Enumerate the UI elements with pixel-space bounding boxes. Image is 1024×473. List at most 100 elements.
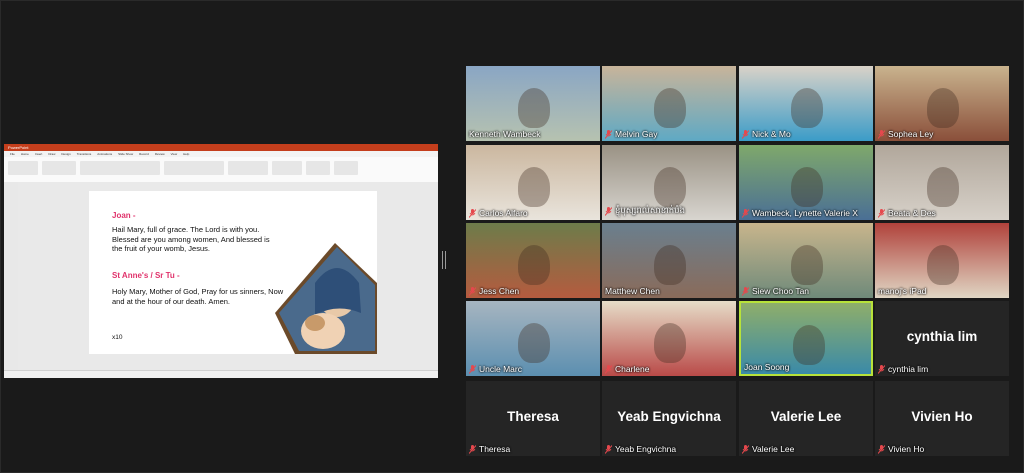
participant-name-label: Jess Chen (469, 286, 519, 296)
participant-display-name: Vivien Ho (911, 409, 973, 424)
muted-mic-icon (605, 129, 612, 139)
ppt-tab[interactable]: Review (155, 152, 165, 156)
participant-silhouette (791, 88, 823, 128)
participant-tile[interactable]: Yeab Engvichna Yeab Engvichna (602, 381, 736, 456)
participant-name-label: Kenneth Wambeck (469, 129, 541, 139)
ppt-tab[interactable]: Animations (97, 152, 112, 156)
participant-silhouette (654, 323, 686, 363)
participant-name-label: Carlos Alfaro (469, 208, 528, 218)
participant-silhouette (518, 167, 550, 207)
participant-tile[interactable]: Joan Soong (739, 301, 873, 376)
participant-name-label: Siew Choo Tan (742, 286, 809, 296)
participant-name-label: manoj's iPad (878, 286, 926, 296)
participant-name-label: cynthia lim (878, 364, 928, 374)
participant-silhouette (793, 325, 825, 365)
participant-display-name: cynthia lim (906, 329, 978, 344)
participant-silhouette (791, 245, 823, 285)
zoom-meeting-window: PowerPoint File Home Insert Draw Design Trans… (0, 0, 1024, 473)
participant-tile[interactable]: Carlos Alfaro (466, 145, 600, 220)
participant-name-label: Joan Soong (744, 362, 789, 372)
participant-tile[interactable]: cynthia lim cynthia lim (875, 301, 1009, 376)
participant-name: Theresa (479, 444, 511, 454)
ppt-tab[interactable]: View (171, 152, 177, 156)
participant-tile[interactable]: Uncle Marc (466, 301, 600, 376)
participant-name-label: Beata & Des (878, 208, 936, 218)
participant-silhouette (927, 88, 959, 128)
participant-tile[interactable]: Wambeck, Lynette Valerie X (739, 145, 873, 220)
ppt-tab[interactable]: Slide Show (118, 152, 133, 156)
ppt-tab[interactable]: Record (139, 152, 149, 156)
participant-name: Valerie Lee (752, 444, 795, 454)
presentation-slide: Joan - Hail Mary, full of grace. The Lor… (89, 191, 377, 354)
ppt-tab[interactable]: Design (61, 152, 70, 156)
muted-mic-icon (742, 208, 749, 218)
participant-name: Matthew Chen (605, 286, 660, 296)
participant-tile[interactable]: Matthew Chen (602, 223, 736, 298)
slide-heading-joan: Joan - (112, 211, 136, 220)
muted-mic-icon (742, 129, 749, 139)
participant-tile[interactable]: Valerie Lee Valerie Lee (739, 381, 873, 456)
ppt-tab[interactable]: Home (21, 152, 29, 156)
participant-silhouette (654, 167, 686, 207)
participant-tile[interactable]: Nick & Mo (739, 66, 873, 141)
participant-name-label: Valerie Lee (742, 444, 794, 454)
slide-text-holy-mary: Holy Mary, Mother of God, Pray for us si… (112, 287, 284, 306)
participant-silhouette (518, 323, 550, 363)
ppt-app-title: PowerPoint (8, 145, 29, 150)
participant-tile[interactable]: manoj's iPad (875, 223, 1009, 298)
ppt-ribbon (4, 157, 438, 183)
ppt-tab[interactable]: File (10, 152, 15, 156)
ppt-tab[interactable]: Insert (35, 152, 43, 156)
muted-mic-icon (469, 286, 476, 296)
participant-name: Nick & Mo (752, 129, 791, 139)
participant-name-label: Theresa (469, 444, 510, 454)
muted-mic-icon (878, 208, 885, 218)
muted-mic-icon (742, 286, 749, 296)
muted-mic-icon (605, 207, 612, 216)
participant-name-label: Nick & Mo (742, 129, 791, 139)
participant-name: Joan Soong (744, 362, 790, 372)
slide-heading-st-annes: St Anne's / Sr Tu - (112, 271, 180, 280)
panel-resize-handle[interactable] (442, 251, 446, 269)
participant-name: Wambeck, Lynette Valerie X (752, 208, 858, 218)
participant-name: Sophea Ley (888, 129, 934, 139)
participant-silhouette (791, 167, 823, 207)
participant-name: Uncle Marc (479, 364, 522, 374)
participant-name: cynthia lim (888, 364, 929, 374)
participant-tile[interactable]: Theresa Theresa (466, 381, 600, 456)
participant-name: Melvin Gay (615, 129, 658, 139)
participant-name-label: Matthew Chen (605, 286, 660, 296)
participant-name-label: Wambeck, Lynette Valerie X (742, 208, 858, 218)
participant-silhouette (518, 245, 550, 285)
ppt-tab[interactable]: Help (183, 152, 189, 156)
ppt-title-bar: PowerPoint (4, 144, 438, 151)
muted-mic-icon (742, 444, 749, 454)
participant-tile[interactable]: Beata & Des (875, 145, 1009, 220)
participant-tile[interactable]: Kenneth Wambeck (466, 66, 600, 141)
participant-name: Kenneth Wambeck (469, 129, 541, 139)
participant-tile[interactable]: Charlene (602, 301, 736, 376)
participant-silhouette (654, 88, 686, 128)
muted-mic-icon (605, 444, 612, 454)
participant-name: Jess Chen (479, 286, 520, 296)
ppt-tab[interactable]: Transitions (77, 152, 92, 156)
participant-name-label: ខ្ញុំបុស្សរាល់សាខាក់ប៉ង (605, 205, 685, 218)
muted-mic-icon (878, 444, 885, 454)
muted-mic-icon (878, 129, 885, 139)
participant-tile[interactable]: Jess Chen (466, 223, 600, 298)
participant-silhouette (927, 245, 959, 285)
madonna-and-child-image (275, 243, 377, 354)
participant-tile[interactable]: Vivien Ho Vivien Ho (875, 381, 1009, 456)
participant-tile[interactable]: ខ្ញុំបុស្សរាល់សាខាក់ប៉ង (602, 145, 736, 220)
participant-name: Yeab Engvichna (615, 444, 677, 454)
participant-name: manoj's iPad (878, 286, 927, 296)
ppt-status-bar (4, 370, 438, 378)
participant-tile[interactable]: Siew Choo Tan (739, 223, 873, 298)
muted-mic-icon (469, 444, 476, 454)
ppt-tab[interactable]: Draw (48, 152, 55, 156)
participant-name: Carlos Alfaro (479, 208, 528, 218)
participant-tile[interactable]: Melvin Gay (602, 66, 736, 141)
participant-name: ខ្ញុំបុស្សរាល់សាខាក់ប៉ង (615, 205, 685, 215)
participant-name: Beata & Des (888, 208, 936, 218)
participant-tile[interactable]: Sophea Ley (875, 66, 1009, 141)
